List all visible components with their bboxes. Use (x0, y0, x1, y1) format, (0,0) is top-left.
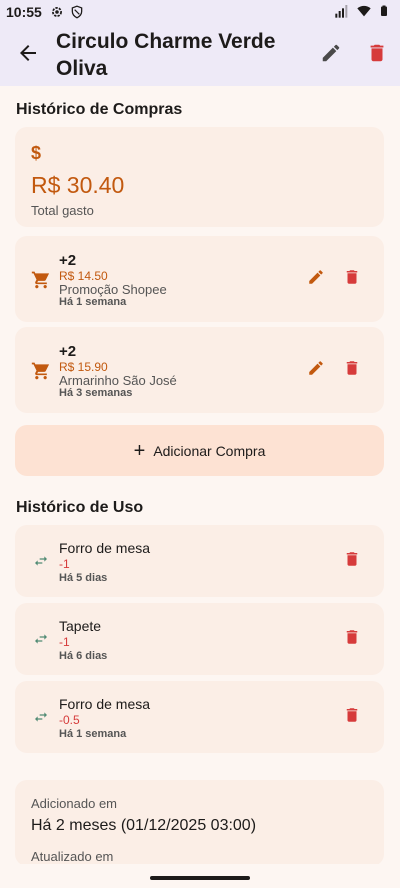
back-arrow-icon (16, 41, 40, 70)
delete-usage-button[interactable] (341, 550, 363, 572)
add-purchase-label: Adicionar Compra (153, 442, 266, 459)
usage-name: Forro de mesa (59, 696, 151, 712)
usage-name: Forro de mesa (59, 540, 151, 556)
swap-icon (33, 709, 49, 725)
delete-icon (343, 628, 361, 651)
delete-purchase-button[interactable] (341, 359, 363, 381)
back-button[interactable] (0, 24, 56, 86)
purchase-qty: +2 (59, 252, 77, 269)
status-time: 10:55 (6, 4, 42, 20)
status-bar: 10:55 (0, 0, 400, 24)
purchase-item: +2 R$ 15.90 Armarinho São José Há 3 sema… (15, 327, 384, 413)
delete-usage-button[interactable] (341, 628, 363, 650)
battery-icon (378, 3, 390, 22)
added-label: Adicionado em (31, 796, 117, 811)
usage-delta: -0.5 (59, 713, 80, 727)
swap-icon (33, 631, 49, 647)
wifi-icon (356, 3, 372, 22)
delete-purchase-button[interactable] (341, 268, 363, 290)
delete-icon (343, 268, 361, 291)
page-title: Circulo Charme Verde Oliva (56, 30, 276, 80)
purchase-time: Há 3 semanas (59, 387, 133, 399)
total-spent-card: $ R$ 30.40 Total gasto (15, 127, 384, 227)
delete-icon (343, 706, 361, 729)
usage-item: Tapete -1 Há 6 dias (15, 603, 384, 675)
cart-icon (31, 361, 51, 381)
delete-icon (343, 550, 361, 573)
settings-icon (50, 5, 64, 19)
top-app-bar: Circulo Charme Verde Oliva (0, 24, 400, 86)
edit-purchase-button[interactable] (305, 268, 327, 290)
swap-icon (33, 553, 49, 569)
dollar-icon: $ (31, 143, 42, 163)
usage-delta: -1 (59, 635, 70, 649)
usage-item: Forro de mesa -0.5 Há 1 semana (15, 681, 384, 753)
usage-time: Há 6 dias (59, 650, 108, 662)
updated-label: Atualizado em (31, 849, 114, 864)
edit-icon (307, 268, 325, 291)
cart-icon (31, 270, 51, 290)
usage-time: Há 1 semana (59, 728, 127, 740)
usage-item: Forro de mesa -1 Há 5 dias (15, 525, 384, 597)
purchases-section-title: Histórico de Compras (16, 101, 183, 118)
delete-button[interactable] (354, 32, 400, 78)
purchase-time: Há 1 semana (59, 296, 127, 308)
edit-button[interactable] (308, 32, 354, 78)
delete-icon (343, 359, 361, 382)
total-spent-value: R$ 30.40 (31, 172, 125, 198)
delete-usage-button[interactable] (341, 706, 363, 728)
edit-purchase-button[interactable] (305, 359, 327, 381)
purchase-store: Armarinho São José (59, 373, 177, 388)
delete-icon (366, 42, 388, 69)
item-info-card: Adicionado em Há 2 meses (01/12/2025 03:… (15, 780, 384, 866)
edit-icon (307, 359, 325, 382)
usage-section-title: Histórico de Uso (16, 499, 144, 516)
signal-icon (334, 3, 350, 22)
gesture-nav-bar (0, 864, 400, 888)
total-spent-label: Total gasto (31, 203, 94, 218)
shield-icon (70, 5, 84, 19)
plus-icon: + (133, 439, 146, 462)
purchase-price: R$ 14.50 (59, 269, 108, 283)
purchase-price: R$ 15.90 (59, 360, 108, 374)
edit-icon (320, 42, 342, 69)
usage-delta: -1 (59, 557, 70, 571)
usage-time: Há 5 dias (59, 572, 108, 584)
purchase-item: +2 R$ 14.50 Promoção Shopee Há 1 semana (15, 236, 384, 322)
purchase-store: Promoção Shopee (59, 282, 167, 297)
home-handle[interactable] (150, 876, 250, 880)
purchase-qty: +2 (59, 343, 77, 360)
added-value: Há 2 meses (01/12/2025 03:00) (31, 817, 257, 834)
usage-name: Tapete (59, 618, 102, 634)
add-purchase-button[interactable]: + Adicionar Compra (15, 425, 384, 476)
